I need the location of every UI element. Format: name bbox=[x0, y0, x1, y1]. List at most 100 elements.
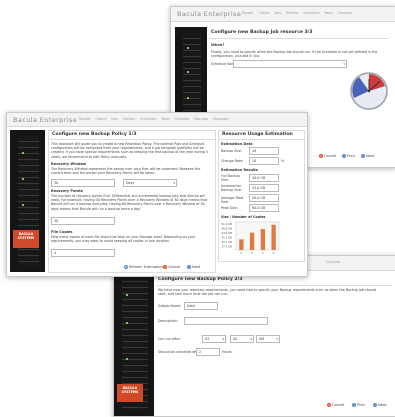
menu-item[interactable]: Jobs bbox=[274, 11, 281, 15]
file-copies-text: How many copies of each file should be k… bbox=[51, 235, 196, 244]
menu-item[interactable]: Schedules bbox=[140, 117, 156, 121]
peak-value: 90.0 GB bbox=[249, 204, 279, 212]
top-bar: Bacula Enterprise Restart Clients Jobs F… bbox=[171, 7, 395, 22]
cancel-icon: × bbox=[163, 265, 167, 269]
menu-item[interactable]: FileSets bbox=[123, 117, 135, 121]
prev-button[interactable]: ‹ Prev bbox=[352, 403, 365, 407]
bacula-logo: BACULA SYSTEMS bbox=[13, 230, 39, 248]
wizard-title: Configure new Backup Policy 1/3 bbox=[49, 131, 215, 140]
menu-item[interactable]: Clients bbox=[258, 11, 269, 15]
menu-item[interactable]: FileSets bbox=[286, 11, 298, 15]
add-schedule-link[interactable]: now bbox=[253, 54, 260, 58]
next-button[interactable]: › Next bbox=[361, 154, 374, 158]
recovery-points-text: The number of recovery points (Full, Dif… bbox=[51, 194, 208, 211]
hour-select[interactable]: 03 ▾ bbox=[202, 335, 226, 343]
name-input[interactable]: Data bbox=[184, 302, 218, 310]
recovery-window-input[interactable]: 30 bbox=[51, 179, 115, 187]
policy-form-panel: Configure new Backup Policy 1/3 This ass… bbox=[48, 130, 216, 273]
y-tick-label: 80.0 GB bbox=[222, 227, 233, 231]
y-tick-label: 33.1 GB bbox=[222, 240, 233, 244]
chart-bar bbox=[249, 232, 255, 250]
next-button[interactable]: › Next bbox=[373, 403, 386, 407]
next-button[interactable]: › Next bbox=[187, 265, 200, 269]
backup-size-label: Backup Size: bbox=[221, 149, 243, 153]
recovery-window-heading: Recovery Window bbox=[51, 162, 87, 166]
menu-item[interactable]: Consoles bbox=[175, 117, 189, 121]
intro-text: This assistant will guide you to create … bbox=[51, 142, 209, 159]
chart-title: Size / Number of Copies bbox=[221, 215, 266, 219]
cancel-after-input[interactable]: 2 bbox=[196, 348, 220, 356]
cancel-button[interactable]: × Cancel bbox=[163, 265, 180, 269]
estimation-results-heading: Estimation Results bbox=[221, 168, 258, 172]
estimation-data-heading: Estimation Data bbox=[221, 142, 253, 146]
chart-bar bbox=[260, 229, 266, 250]
wizard-title: Configure new Backup Policy 2/3 bbox=[158, 277, 243, 282]
peak-label: Peak Size: bbox=[221, 206, 238, 210]
y-tick-label: 91.2 GB bbox=[222, 222, 233, 226]
can-run-after-label: Can run after: bbox=[158, 337, 181, 341]
arrow-right-icon: › bbox=[187, 265, 191, 269]
brand-title: Bacula Enterprise bbox=[13, 116, 78, 124]
backup-schedule-window: Consoles BACULA SYSTEMS Configure new Ba… bbox=[113, 255, 395, 417]
menu-item[interactable]: Pools bbox=[161, 117, 169, 121]
menu-item[interactable]: Restart bbox=[242, 11, 253, 15]
backup-size-input[interactable]: 10 bbox=[249, 147, 279, 155]
size-copies-chart: 91.2 GB80.0 GB64.8 GB45.2 GB33.1 GB27.5 … bbox=[222, 221, 280, 255]
incremental-value: 25.0 GB bbox=[249, 184, 279, 192]
description-input[interactable] bbox=[184, 317, 268, 325]
cancel-icon: × bbox=[327, 403, 331, 407]
top-bar: Bacula Enterprise Restart Clients Jobs F… bbox=[7, 113, 307, 127]
backup-policy-window: Bacula Enterprise Restart Clients Jobs F… bbox=[6, 112, 308, 277]
chevron-down-icon: ▾ bbox=[276, 337, 278, 341]
bacula-logo: BACULA SYSTEMS bbox=[117, 384, 143, 402]
change-rate-label: Change Rate: bbox=[221, 159, 244, 163]
menu-item[interactable]: Schedules bbox=[303, 11, 319, 15]
recovery-window-unit-select[interactable]: Days ▾ bbox=[123, 179, 177, 187]
menu-item[interactable]: Messages bbox=[213, 117, 229, 121]
recovery-points-heading: Recovery Points bbox=[51, 189, 83, 193]
prev-button[interactable]: ‹ Prev bbox=[342, 154, 355, 158]
server-rack-image: BACULA SYSTEMS bbox=[10, 130, 45, 272]
y-tick-label: 45.2 GB bbox=[222, 236, 233, 240]
name-label: SubJob Name: bbox=[158, 304, 182, 308]
menu-item[interactable]: Consoles bbox=[326, 260, 340, 264]
menu-item[interactable]: Restart bbox=[79, 117, 90, 121]
menu-item[interactable]: Pools bbox=[324, 11, 332, 15]
menu-item[interactable]: Storages bbox=[194, 117, 208, 121]
arrow-left-icon: ‹ bbox=[342, 154, 346, 158]
minute-select[interactable]: 00 ▾ bbox=[230, 335, 254, 343]
chart-bar bbox=[239, 239, 244, 250]
main-menu: Restart Clients Jobs FileSets Schedules … bbox=[79, 117, 229, 121]
chevron-down-icon: ▾ bbox=[173, 181, 175, 185]
recovery-points-input[interactable]: 30 bbox=[51, 217, 115, 225]
change-rate-input[interactable]: 10 bbox=[249, 157, 279, 165]
server-rack-image: BACULA SYSTEMS bbox=[114, 270, 154, 416]
percent-label: % bbox=[281, 159, 285, 163]
cancel-button[interactable]: × Cancel bbox=[319, 154, 336, 158]
estimation-panel: Resource Usage Estimation Estimation Dat… bbox=[218, 130, 305, 262]
menu-item[interactable]: Clients bbox=[95, 117, 106, 121]
schedule-select[interactable]: ▾ bbox=[233, 60, 347, 68]
hours-label: Hours bbox=[222, 350, 232, 354]
average-label: Average Total Size: bbox=[221, 196, 244, 205]
full-backup-label: Full Backup Size: bbox=[221, 174, 240, 183]
file-copies-input[interactable]: 4 bbox=[51, 249, 115, 257]
cancel-after-label: Should be cancelled after: bbox=[158, 350, 202, 354]
wizard-panel: Configure new Backup Policy 2/3 We have … bbox=[156, 274, 392, 412]
recovery-window-text: The Recovery Window represents the perio… bbox=[51, 167, 201, 176]
brand-title: Bacula Enterprise bbox=[177, 10, 242, 18]
ampm-select[interactable]: AM ▾ bbox=[256, 335, 280, 343]
full-backup-value: 40.0 GB bbox=[249, 174, 279, 182]
when-heading: When? bbox=[211, 43, 225, 47]
menu-item[interactable]: Jobs bbox=[111, 117, 118, 121]
x-tick-label: 4 bbox=[273, 251, 275, 255]
refresh-estimation-button[interactable]: ↻ Refresh Estimation bbox=[124, 265, 163, 269]
arrow-right-icon: › bbox=[373, 403, 377, 407]
chevron-down-icon: ▾ bbox=[343, 62, 345, 66]
cancel-button[interactable]: × Cancel bbox=[327, 403, 344, 407]
arrow-right-icon: › bbox=[361, 154, 365, 158]
when-text: Finally, you need to specify when the Ba… bbox=[211, 50, 378, 59]
menu-item[interactable]: Consoles bbox=[338, 11, 352, 15]
refresh-icon: ↻ bbox=[124, 265, 128, 269]
y-tick-label: 64.8 GB bbox=[222, 231, 233, 235]
